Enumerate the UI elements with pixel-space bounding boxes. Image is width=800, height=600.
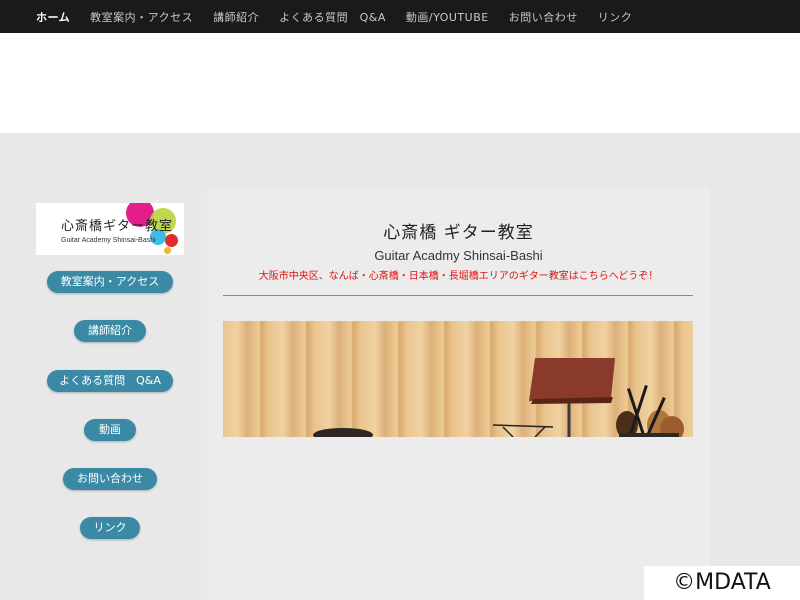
- page-title: 心斎橋 ギター教室: [383, 223, 534, 243]
- top-navigation: ホーム 教室案内・アクセス 講師紹介 よくある質問 Q&A 動画/YOUTUBE…: [0, 0, 800, 33]
- divider: [223, 295, 693, 296]
- nav-faq[interactable]: よくある質問 Q&A: [279, 9, 386, 25]
- sidebar-button-faq[interactable]: よくある質問 Q&A: [47, 370, 173, 392]
- copyright-watermark: ©MDATA: [644, 566, 800, 600]
- nav-contact[interactable]: お問い合わせ: [509, 9, 578, 25]
- site-logo[interactable]: 心斎橋ギター教室 Guitar Academy Shinsai-Bashi: [36, 203, 184, 255]
- nav-video[interactable]: 動画/YOUTUBE: [406, 9, 489, 25]
- page-tagline: 大阪市中央区、なんば・心斎橋・日本橋・長堀橋エリアのギター教室はこちらへどうぞ！: [258, 271, 659, 282]
- logo-title-en: Guitar Academy Shinsai-Bashi: [61, 237, 156, 244]
- logo-title-ja: 心斎橋ギター教室: [61, 219, 174, 234]
- main-content: 心斎橋 ギター教室 Guitar Acadmy Shinsai-Bashi 大阪…: [207, 187, 710, 600]
- sidebar-button-links[interactable]: リンク: [80, 517, 140, 539]
- sidebar-button-video[interactable]: 動画: [84, 419, 136, 441]
- sidebar-button-access[interactable]: 教室案内・アクセス: [47, 271, 173, 293]
- header-banner: [0, 33, 800, 133]
- classroom-photo-image: [313, 358, 684, 437]
- sidebar-button-contact[interactable]: お問い合わせ: [63, 468, 157, 490]
- nav-home[interactable]: ホーム: [36, 9, 70, 25]
- classroom-photo: [223, 321, 693, 437]
- sidebar-button-instructors[interactable]: 講師紹介: [74, 320, 146, 342]
- logo-dot-red: [165, 234, 178, 247]
- logo-dot-yellow: [164, 247, 171, 254]
- nav-links[interactable]: リンク: [598, 9, 633, 25]
- page-subtitle: Guitar Acadmy Shinsai-Bashi: [374, 248, 543, 263]
- nav-access[interactable]: 教室案内・アクセス: [90, 9, 193, 25]
- nav-instructors[interactable]: 講師紹介: [213, 9, 259, 25]
